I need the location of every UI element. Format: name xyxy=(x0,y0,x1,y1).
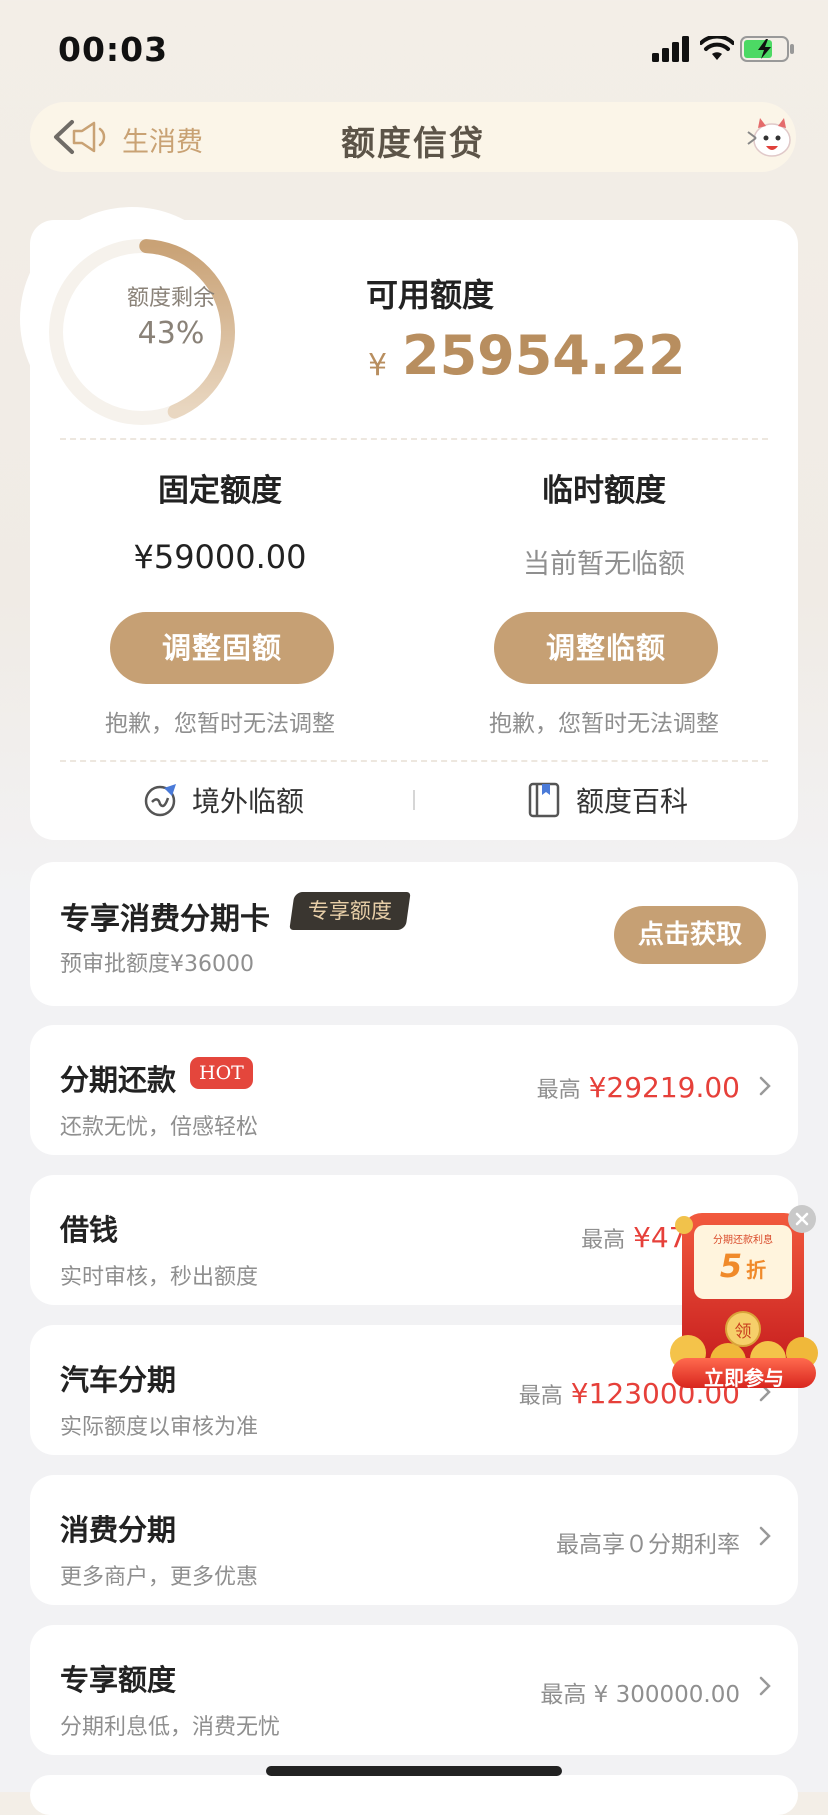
nav-bar: 生消费 额度信贷 xyxy=(30,102,796,172)
temp-limit-value: 当前暂无临额 xyxy=(523,549,685,580)
adjust-fixed-button[interactable]: 调整固额 xyxy=(110,612,334,684)
list-item-subtitle: 更多商户，更多优惠 xyxy=(60,1565,259,1590)
adjust-temp-button[interactable]: 调整临额 xyxy=(494,612,718,684)
temp-limit-title: 临时额度 xyxy=(542,473,666,509)
battery-charging-icon xyxy=(740,36,794,62)
promo-top-text: 分期还款利息 xyxy=(713,1235,773,1246)
list-item-subtitle: 还款无忧，倍感轻松 xyxy=(60,1115,259,1140)
list-item-installment-repay[interactable]: 分期还款 HOT 还款无忧，倍感轻松 最高 ¥29219.00 xyxy=(30,1025,798,1155)
close-icon xyxy=(795,1212,809,1226)
chevron-right-icon xyxy=(759,1676,771,1696)
temp-limit-note: 抱歉，您暂时无法调整 xyxy=(489,711,719,737)
ring-label: 额度剩余 xyxy=(126,286,215,311)
close-promo-button[interactable] xyxy=(788,1205,816,1233)
available-limit-value: 25954.22 xyxy=(402,324,686,387)
divider xyxy=(413,790,415,810)
overseas-temp-limit-label: 境外临额 xyxy=(192,785,305,818)
promo-coin-text: 领 xyxy=(734,1322,752,1342)
cellular-signal-icon xyxy=(652,36,689,62)
max-amount: ¥29219.00 xyxy=(588,1071,740,1104)
list-item-exclusive-limit[interactable]: 专享额度 分期利息低，消费无忧 最高 ¥ 300000.00 xyxy=(30,1625,798,1755)
available-limit-label: 可用额度 xyxy=(366,276,495,314)
list-item-consumer-installment[interactable]: 消费分期 更多商户，更多优惠 最高享０分期利率 xyxy=(30,1475,798,1605)
list-item-title: 分期还款 xyxy=(60,1063,177,1097)
status-time: 00:03 xyxy=(58,30,169,69)
exclusive-limit-tag: 专享额度 xyxy=(289,892,411,930)
divider xyxy=(60,760,768,762)
promo-discount: 5折 xyxy=(694,1247,792,1285)
promo-join-button[interactable]: 立即参与 xyxy=(672,1362,816,1391)
list-item-title: 借钱 xyxy=(60,1213,119,1247)
page-title: 额度信贷 xyxy=(341,124,485,164)
max-prefix: 最高 xyxy=(536,1078,581,1103)
list-item-title: 消费分期 xyxy=(60,1513,177,1547)
list-item-subtitle: 分期利息低，消费无忧 xyxy=(60,1715,281,1740)
divider xyxy=(60,438,768,440)
home-indicator[interactable] xyxy=(266,1766,562,1776)
book-icon xyxy=(528,782,560,818)
chevron-right-icon xyxy=(759,1076,771,1096)
max-prefix: 最高 xyxy=(518,1384,563,1409)
mascot-icon[interactable] xyxy=(746,116,794,160)
promo-discount-number: 5 xyxy=(719,1247,743,1285)
fixed-limit-note: 抱歉，您暂时无法调整 xyxy=(105,711,335,737)
list-item-max: 最高 ¥ 300000.00 xyxy=(540,1682,740,1708)
fixed-limit-title: 固定额度 xyxy=(158,473,282,509)
hot-badge: HOT xyxy=(190,1057,253,1089)
remaining-ring-chart xyxy=(20,207,242,431)
chevron-right-icon xyxy=(759,1526,771,1546)
globe-plane-icon xyxy=(144,784,176,817)
list-item-subtitle: 实时审核，秒出额度 xyxy=(60,1265,259,1290)
list-item-title: 专享额度 xyxy=(60,1663,177,1697)
credit-limit-card: 额度剩余 43% 可用额度 ¥ 25954.22 固定额度 ¥59000.00 … xyxy=(20,207,798,840)
list-item-rate: 最高享０分期利率 xyxy=(556,1532,740,1558)
promo-discount-unit: 折 xyxy=(746,1258,767,1282)
fixed-limit-value: ¥59000.00 xyxy=(133,538,307,576)
currency-symbol: ¥ xyxy=(368,348,388,383)
list-item-title: 汽车分期 xyxy=(60,1363,177,1397)
list-item-max: 最高 ¥29219.00 xyxy=(537,1071,740,1104)
list-item-subtitle: 实际额度以审核为准 xyxy=(60,1415,259,1440)
exclusive-limit-tag-text: 专享额度 xyxy=(308,899,392,923)
status-bar: 00:03 xyxy=(0,0,828,100)
installment-card-promo[interactable]: 专享消费分期卡 专享额度 预审批额度¥36000 点击获取 xyxy=(30,862,798,1006)
get-card-button[interactable]: 点击获取 xyxy=(614,906,766,964)
list-item-partial xyxy=(30,1775,798,1815)
max-prefix: 最高 xyxy=(581,1228,626,1253)
wifi-icon xyxy=(700,36,734,60)
ring-percent: 43% xyxy=(137,316,205,351)
limit-encyclopedia-label: 额度百科 xyxy=(576,785,689,818)
installment-card-title: 专享消费分期卡 xyxy=(60,902,270,937)
installment-card-subtitle: 预审批额度¥36000 xyxy=(60,952,254,977)
